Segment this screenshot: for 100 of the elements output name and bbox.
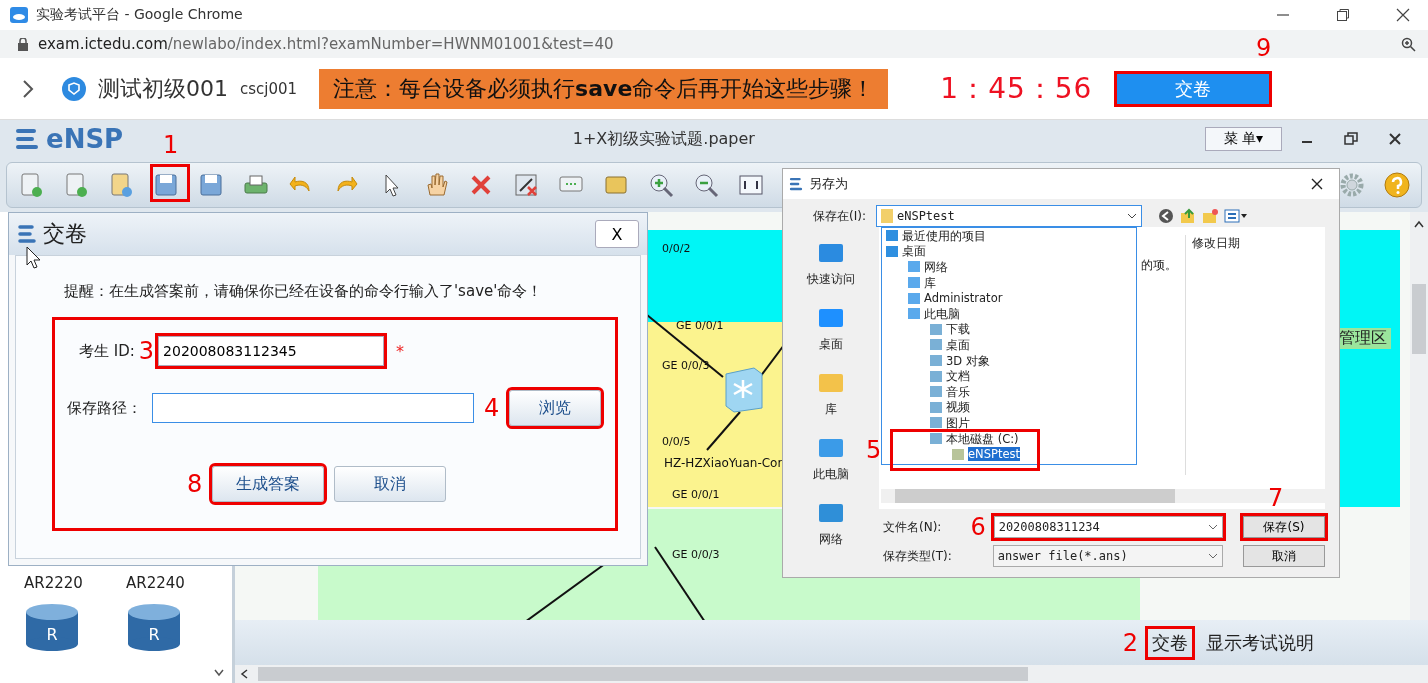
scrollbar-thumb[interactable] [258,667,1028,681]
caret-icon[interactable] [1126,213,1137,219]
lock-icon [18,37,28,51]
url-text[interactable]: exam.ictedu.com/newlabo/index.html?examNumber=HWNM01001&test=40 [38,35,614,53]
horizontal-scrollbar[interactable] [235,665,1428,683]
window-title: 实验考试平台 - Google Chrome [36,6,243,24]
scrollbar-thumb[interactable] [1412,284,1426,354]
scroll-down-icon[interactable] [214,669,224,677]
folder-tree-item[interactable]: 桌面 [946,337,970,352]
port-label: 0/0/5 [662,435,691,448]
zoom-out-icon[interactable] [692,171,720,199]
device-label: HZ-HZXiaoYuan-Cor [664,456,783,470]
cancel-button[interactable]: 取消 [334,466,447,502]
link-delete-icon[interactable] [512,171,540,199]
folder-tree-item[interactable]: 音乐 [946,384,970,399]
back-icon[interactable] [1157,208,1174,224]
folder-tree-item[interactable]: 下载 [946,322,970,337]
shield-logo-icon [62,76,86,101]
step-number: 1 [163,133,179,157]
tree-item-icon [908,308,920,320]
tree-item-icon [886,230,898,242]
field-label: 保存类型(T): [883,547,953,565]
view-menu-icon[interactable] [1223,208,1248,224]
settings-icon[interactable] [1338,171,1366,199]
folder-tree-item[interactable]: Administrator [924,291,1003,306]
switch-icon[interactable] [722,364,766,414]
required-mark: * [396,341,405,361]
tree-item-icon [930,323,942,335]
place-item[interactable]: 桌面 [819,336,843,353]
folder-tree-item[interactable]: eNSPtest [968,447,1020,462]
floppy-pencil-icon[interactable] [197,171,225,199]
submit-link[interactable]: 交卷 [1148,628,1192,657]
scroll-left-icon[interactable] [240,669,248,679]
scrollbar-thumb[interactable] [895,489,1175,503]
folder-tree-item[interactable]: 此电脑 [924,306,960,321]
file-name-field[interactable]: 20200808311234 [993,516,1223,538]
vertical-scrollbar[interactable] [1410,212,1428,620]
notice-banner: 注意：每台设备必须执行save命令后再开始这些步骤！ [319,68,889,109]
dialog-title: 另存为 [809,175,848,193]
port-label: GE 0/0/1 [672,488,720,501]
save-in-dropdown[interactable]: eNSPtest [875,205,1142,227]
up-folder-icon[interactable] [1179,208,1196,224]
restore-icon[interactable] [1344,132,1358,146]
tree-item-icon [908,292,920,304]
cancel-button[interactable]: 取消 [1242,545,1325,567]
column-header[interactable]: 修改日期 [1185,235,1240,475]
reminder-text: 提醒：在生成答案前，请确保你已经在设备的命令行输入了'save'命令！ [64,282,544,301]
caret-icon[interactable] [1207,553,1218,559]
tree-item-icon [930,433,942,444]
close-icon[interactable] [1396,8,1410,22]
close-icon[interactable] [1388,132,1402,146]
place-item[interactable]: 网络 [819,531,843,548]
menu-button[interactable]: 菜 单▾ [1204,127,1282,151]
step-number: 7 [1268,486,1284,510]
folder-tree-item[interactable]: 3D 对象 [946,353,990,368]
folder-tree-item[interactable]: 最近使用的项目 [902,228,986,243]
folder-tree-item[interactable]: 库 [924,275,936,290]
restore-icon[interactable] [1336,8,1350,22]
place-item[interactable]: 快速访问 [807,271,855,288]
tree-item-icon [908,277,920,289]
exam-instructions-link[interactable]: 显示考试说明 [1202,628,1318,657]
tree-item-icon [908,261,920,273]
chevron-right-icon[interactable] [22,78,34,99]
folder-tree-item[interactable]: 本地磁盘 (C:) [946,431,1019,446]
caret-icon[interactable] [1207,524,1218,530]
browse-button[interactable]: 浏览 [509,390,602,426]
user-name: cscj001 [240,79,298,98]
student-id-field[interactable]: 202008083112345 [158,336,385,366]
place-item[interactable]: 库 [825,401,837,418]
new-folder-icon[interactable] [1201,208,1218,224]
exam-name: 测试初级001 [98,74,228,103]
tree-item-icon [930,370,942,382]
save-button[interactable]: 保存(S) [1242,516,1325,538]
device-label[interactable]: AR2240 [126,574,185,592]
step-number: 2 [1122,630,1138,655]
place-item[interactable]: 此电脑 [813,466,849,483]
folder-tree-item[interactable]: 文档 [946,369,970,384]
device-label[interactable]: AR2220 [24,574,83,592]
generate-answer-button[interactable]: 生成答案 [212,466,325,502]
save-path-field[interactable] [152,393,474,423]
folder-tree-item[interactable]: 图片 [946,415,970,430]
field-label: 考生 ID: [79,341,135,361]
help-icon[interactable] [1383,171,1411,199]
zoom-icon[interactable] [1401,36,1416,52]
folder-tree-item[interactable]: 视频 [946,400,970,415]
tree-item-icon [952,448,964,460]
close-button[interactable]: X [595,220,639,248]
step-number: 3 [138,339,155,363]
folder-tree-item[interactable]: 桌面 [902,244,926,259]
ensp-logo-icon [17,224,37,244]
dialog-title: 交卷 [43,220,87,248]
file-type-dropdown[interactable]: answer file(*.ans) [992,545,1223,567]
cloud-icon [10,7,28,23]
scroll-up-icon[interactable] [1414,220,1424,228]
close-icon[interactable] [1311,178,1323,190]
countdown-timer: 1：45：56 [940,70,1093,107]
folder-tree-item[interactable]: 网络 [924,260,948,274]
port-label: GE 0/0/1 [676,319,724,332]
list-message: 的项。 [1141,257,1177,274]
zoom-in-icon[interactable] [647,171,675,199]
